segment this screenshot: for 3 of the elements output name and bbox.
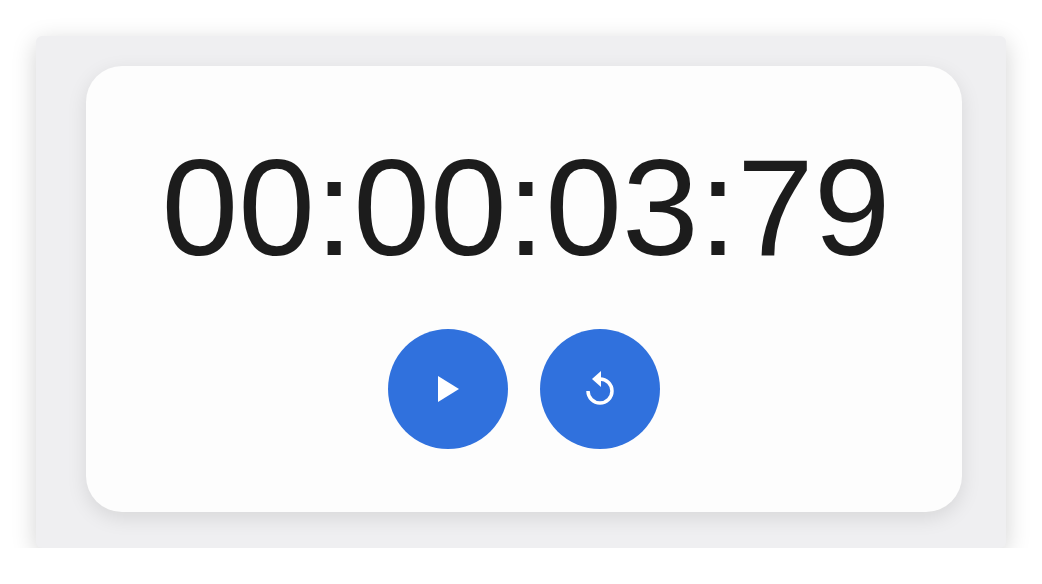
play-icon — [436, 375, 460, 403]
reset-icon — [583, 370, 617, 408]
timer-display: 00:00:03:79 — [161, 138, 891, 276]
